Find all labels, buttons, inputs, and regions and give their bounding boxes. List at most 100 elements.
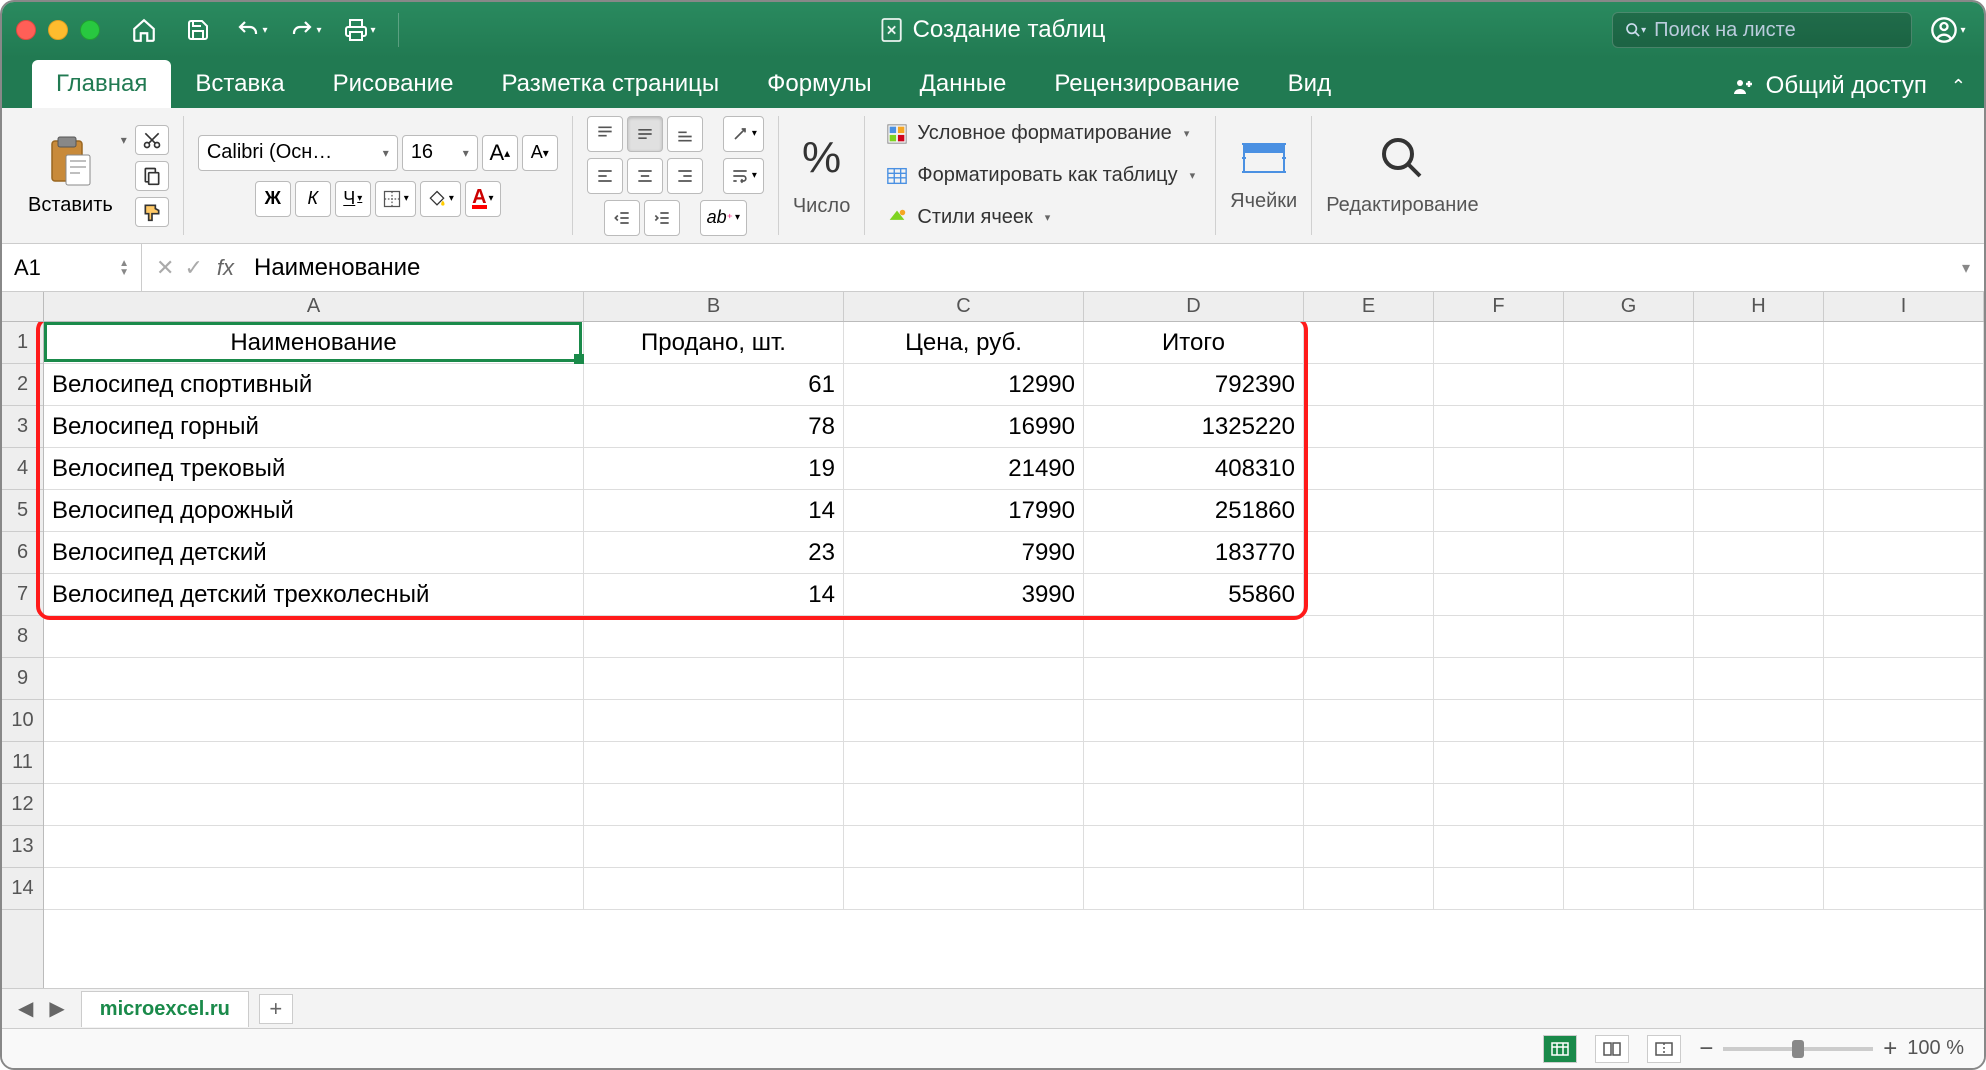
cell-F11[interactable] — [1434, 742, 1564, 784]
cell-A8[interactable] — [44, 616, 584, 658]
name-box-input[interactable] — [14, 255, 119, 281]
cell-B1[interactable]: Продано, шт. — [584, 322, 844, 364]
row-header-8[interactable]: 8 — [2, 616, 43, 658]
cell-D6[interactable]: 183770 — [1084, 532, 1304, 574]
cell-B2[interactable]: 61 — [584, 364, 844, 406]
row-header-7[interactable]: 7 — [2, 574, 43, 616]
cell-G1[interactable] — [1564, 322, 1694, 364]
column-header-E[interactable]: E — [1304, 292, 1434, 321]
row-header-2[interactable]: 2 — [2, 364, 43, 406]
cell-E2[interactable] — [1304, 364, 1434, 406]
cell-F8[interactable] — [1434, 616, 1564, 658]
cell-A11[interactable] — [44, 742, 584, 784]
cell-E11[interactable] — [1304, 742, 1434, 784]
cell-B9[interactable] — [584, 658, 844, 700]
cell-G12[interactable] — [1564, 784, 1694, 826]
cell-I14[interactable] — [1824, 868, 1984, 910]
find-button[interactable] — [1378, 134, 1426, 182]
paste-button[interactable]: Вставить — [28, 135, 113, 217]
cell-I13[interactable] — [1824, 826, 1984, 868]
cell-A3[interactable]: Велосипед горный — [44, 406, 584, 448]
cut-button[interactable] — [135, 125, 169, 155]
percent-icon[interactable]: % — [802, 133, 841, 183]
cell-F7[interactable] — [1434, 574, 1564, 616]
view-normal-button[interactable] — [1543, 1035, 1577, 1063]
font-color-button[interactable]: А▾ — [465, 181, 501, 217]
cell-F2[interactable] — [1434, 364, 1564, 406]
cell-H12[interactable] — [1694, 784, 1824, 826]
cell-D12[interactable] — [1084, 784, 1304, 826]
row-header-14[interactable]: 14 — [2, 868, 43, 910]
cell-B8[interactable] — [584, 616, 844, 658]
cell-C1[interactable]: Цена, руб. — [844, 322, 1084, 364]
cell-C14[interactable] — [844, 868, 1084, 910]
zoom-slider[interactable] — [1723, 1047, 1873, 1051]
cell-G14[interactable] — [1564, 868, 1694, 910]
cell-H8[interactable] — [1694, 616, 1824, 658]
cell-G5[interactable] — [1564, 490, 1694, 532]
view-page-break-button[interactable] — [1647, 1035, 1681, 1063]
sheet-prev-icon[interactable]: ◀ — [12, 996, 39, 1021]
cell-B3[interactable]: 78 — [584, 406, 844, 448]
cell-G10[interactable] — [1564, 700, 1694, 742]
increase-indent-button[interactable] — [644, 200, 680, 236]
conditional-formatting-button[interactable]: Условное форматирование▾ — [879, 118, 1195, 150]
cell-E14[interactable] — [1304, 868, 1434, 910]
cell-F12[interactable] — [1434, 784, 1564, 826]
row-header-6[interactable]: 6 — [2, 532, 43, 574]
cell-B13[interactable] — [584, 826, 844, 868]
cell-F10[interactable] — [1434, 700, 1564, 742]
expand-formula-bar-icon[interactable]: ▾ — [1948, 258, 1984, 278]
cell-G3[interactable] — [1564, 406, 1694, 448]
cell-C13[interactable] — [844, 826, 1084, 868]
cell-G7[interactable] — [1564, 574, 1694, 616]
cell-I7[interactable] — [1824, 574, 1984, 616]
column-header-G[interactable]: G — [1564, 292, 1694, 321]
cell-H5[interactable] — [1694, 490, 1824, 532]
align-right-button[interactable] — [667, 158, 703, 194]
tab-view[interactable]: Вид — [1264, 60, 1355, 108]
cell-D11[interactable] — [1084, 742, 1304, 784]
row-header-11[interactable]: 11 — [2, 742, 43, 784]
redo-icon[interactable]: ▾ — [284, 10, 328, 50]
cell-H11[interactable] — [1694, 742, 1824, 784]
column-header-C[interactable]: C — [844, 292, 1084, 321]
column-header-B[interactable]: B — [584, 292, 844, 321]
row-header-4[interactable]: 4 — [2, 448, 43, 490]
column-header-A[interactable]: A — [44, 292, 584, 321]
cell-A14[interactable] — [44, 868, 584, 910]
cell-E12[interactable] — [1304, 784, 1434, 826]
cell-I12[interactable] — [1824, 784, 1984, 826]
cell-A6[interactable]: Велосипед детский — [44, 532, 584, 574]
tab-insert[interactable]: Вставка — [171, 60, 308, 108]
cell-E10[interactable] — [1304, 700, 1434, 742]
cell-B11[interactable] — [584, 742, 844, 784]
cells-area[interactable]: НаименованиеПродано, шт.Цена, руб.ИтогоВ… — [44, 322, 1984, 988]
row-header-1[interactable]: 1 — [2, 322, 43, 364]
cell-F4[interactable] — [1434, 448, 1564, 490]
font-size-combo[interactable]: 16▾ — [402, 135, 478, 171]
zoom-out-button[interactable]: − — [1699, 1035, 1713, 1063]
cell-I10[interactable] — [1824, 700, 1984, 742]
tab-formulas[interactable]: Формулы — [743, 60, 895, 108]
cell-F1[interactable] — [1434, 322, 1564, 364]
cell-F14[interactable] — [1434, 868, 1564, 910]
cell-E8[interactable] — [1304, 616, 1434, 658]
cell-E9[interactable] — [1304, 658, 1434, 700]
fill-color-button[interactable]: ▾ — [420, 181, 461, 217]
row-header-10[interactable]: 10 — [2, 700, 43, 742]
cell-D8[interactable] — [1084, 616, 1304, 658]
cell-G2[interactable] — [1564, 364, 1694, 406]
cell-F6[interactable] — [1434, 532, 1564, 574]
cell-G6[interactable] — [1564, 532, 1694, 574]
cell-F3[interactable] — [1434, 406, 1564, 448]
cell-D10[interactable] — [1084, 700, 1304, 742]
cell-C4[interactable]: 21490 — [844, 448, 1084, 490]
align-center-button[interactable] — [627, 158, 663, 194]
cell-F13[interactable] — [1434, 826, 1564, 868]
format-painter-button[interactable] — [135, 197, 169, 227]
cell-C5[interactable]: 17990 — [844, 490, 1084, 532]
save-icon[interactable] — [176, 10, 220, 50]
share-button[interactable]: Общий доступ ⌃ — [1714, 64, 1984, 108]
cell-H3[interactable] — [1694, 406, 1824, 448]
